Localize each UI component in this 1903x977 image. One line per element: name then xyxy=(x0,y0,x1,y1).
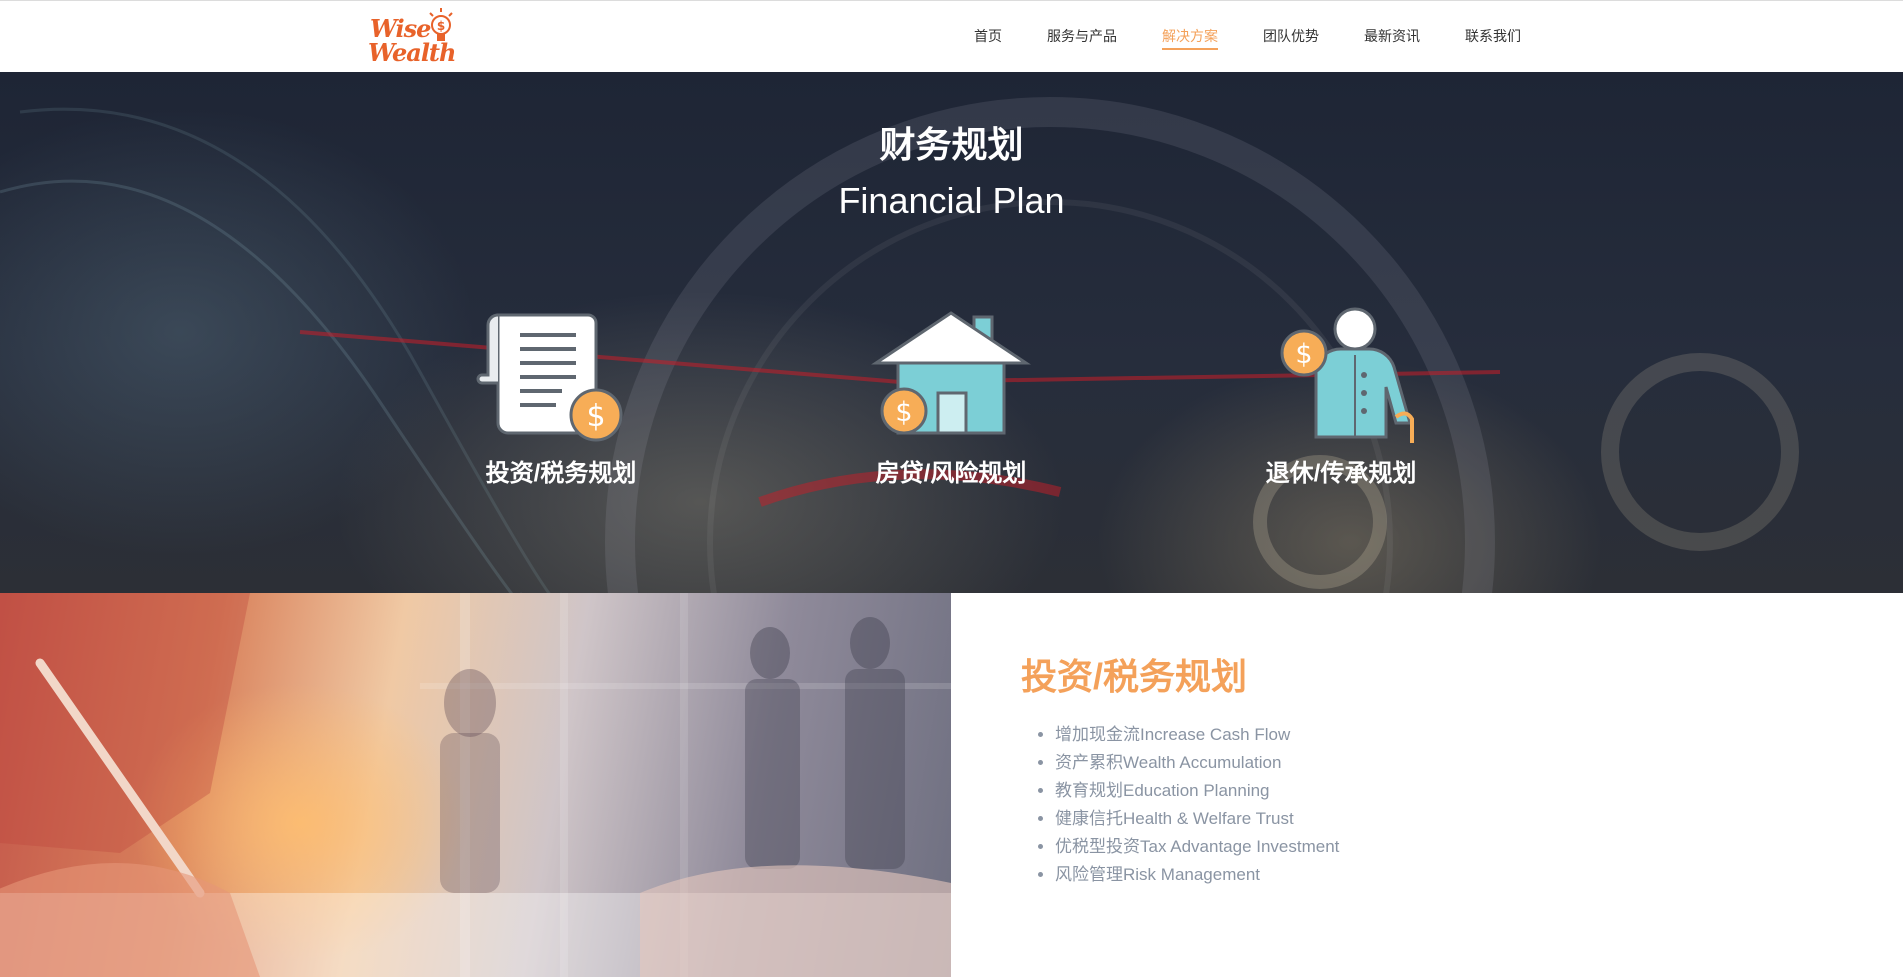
nav-item-latest-news[interactable]: 最新资讯 xyxy=(1364,27,1420,50)
site-header: Wise Wealth $ 首页 服务与产品 解决方案 团队优势 最新资讯 联系… xyxy=(0,0,1903,72)
nav-item-team-advantages[interactable]: 团队优势 xyxy=(1263,27,1319,50)
nav-item-contact-us[interactable]: 联系我们 xyxy=(1465,27,1521,50)
list-item: 教育规划Education Planning xyxy=(1055,777,1339,805)
detail-list: 增加现金流Increase Cash Flow 资产累积Wealth Accum… xyxy=(1035,721,1339,889)
nav-item-home[interactable]: 首页 xyxy=(974,27,1002,50)
lightbulb-icon: $ xyxy=(429,8,453,41)
financial-plan-hero: 财务规划 Financial Plan $ 投资/税务规划 $ 房贷/风险规划 xyxy=(0,72,1903,593)
hero-title-english: Financial Plan xyxy=(838,180,1065,221)
feature-label: 房贷/风险规划 xyxy=(875,460,1027,487)
nav-item-solutions[interactable]: 解决方案 xyxy=(1162,27,1218,50)
wise-wealth-logo[interactable]: Wise Wealth $ xyxy=(368,7,460,69)
svg-text:$: $ xyxy=(586,399,605,434)
feature-mortgage-risk[interactable]: $ 房贷/风险规划 xyxy=(831,305,1071,489)
list-item: 优税型投资Tax Advantage Investment xyxy=(1055,833,1339,861)
feature-label: 投资/税务规划 xyxy=(485,460,637,487)
main-nav: 首页 服务与产品 解决方案 团队优势 最新资讯 联系我们 xyxy=(974,27,1566,50)
svg-text:$: $ xyxy=(437,19,445,33)
document-dollar-icon: $ xyxy=(476,313,623,442)
feature-retirement-legacy[interactable]: $ 退休/传承规划 xyxy=(1221,305,1461,489)
svg-text:$: $ xyxy=(895,397,912,428)
list-item: 资产累积Wealth Accumulation xyxy=(1055,749,1339,777)
elderly-dollar-icon: $ xyxy=(1280,307,1414,443)
photo-illustration xyxy=(0,593,951,977)
hero-title-chinese: 财务规划 xyxy=(879,124,1024,165)
feature-investment-tax[interactable]: $ 投资/税务规划 xyxy=(441,305,681,489)
solution-detail-panel: 投资/税务规划 增加现金流Increase Cash Flow 资产累积Weal… xyxy=(951,593,1903,977)
list-item: 健康信托Health & Welfare Trust xyxy=(1055,805,1339,833)
list-item: 风险管理Risk Management xyxy=(1055,861,1339,889)
svg-text:$: $ xyxy=(1295,339,1312,370)
detail-heading: 投资/税务规划 xyxy=(1021,656,1248,697)
business-signing-photo xyxy=(0,593,951,977)
list-item: 增加现金流Increase Cash Flow xyxy=(1055,721,1339,749)
nav-item-services-products[interactable]: 服务与产品 xyxy=(1047,27,1117,50)
feature-label: 退休/传承规划 xyxy=(1265,460,1417,487)
house-dollar-icon: $ xyxy=(871,311,1031,435)
